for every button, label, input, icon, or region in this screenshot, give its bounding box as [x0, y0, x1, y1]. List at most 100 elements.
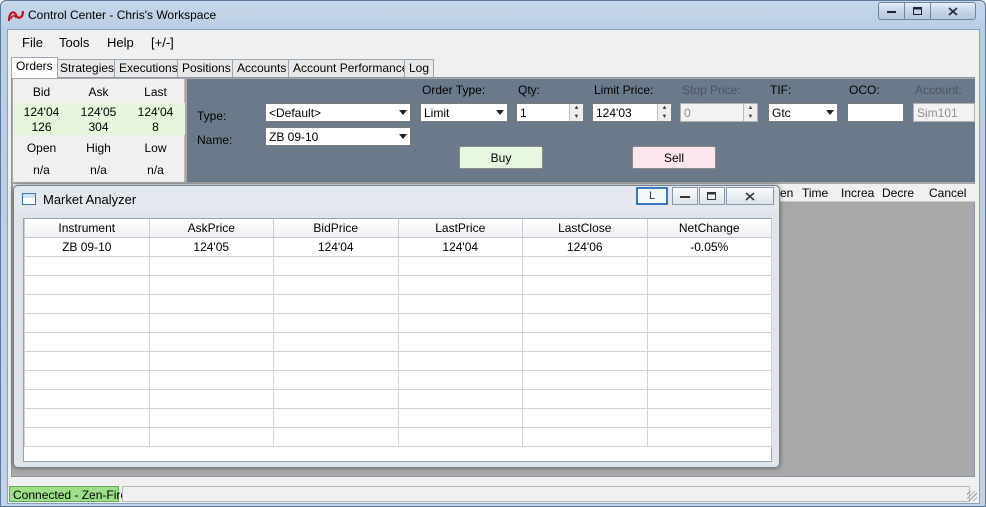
- account-field[interactable]: Sim101: [913, 103, 975, 122]
- empty-cell[interactable]: [646, 293, 772, 314]
- tab-accounts[interactable]: Accounts: [232, 59, 292, 77]
- empty-cell[interactable]: [148, 312, 274, 333]
- spin-up-icon[interactable]: ▲: [570, 104, 583, 113]
- empty-table-row[interactable]: [24, 293, 772, 314]
- tab-log[interactable]: Log: [404, 59, 435, 77]
- empty-cell[interactable]: [148, 255, 274, 276]
- empty-cell[interactable]: [522, 274, 648, 295]
- stop-price-spin-buttons[interactable]: ▲ ▼: [743, 104, 757, 121]
- market-analyzer-maximize-button[interactable]: [699, 187, 725, 205]
- limit-price-spin-buttons[interactable]: ▲ ▼: [657, 104, 671, 121]
- minimize-button[interactable]: [878, 2, 905, 20]
- sell-button[interactable]: Sell: [632, 146, 716, 169]
- menu-file[interactable]: File: [22, 35, 43, 50]
- menu-help[interactable]: Help: [107, 35, 134, 50]
- empty-cell[interactable]: [646, 426, 772, 447]
- limit-price-stepper[interactable]: 124'03 ▲ ▼: [592, 103, 672, 122]
- empty-cell[interactable]: [24, 350, 150, 371]
- col-net-change[interactable]: NetChange: [646, 219, 772, 238]
- order-type-dropdown[interactable]: Limit: [420, 103, 508, 122]
- empty-cell[interactable]: [646, 350, 772, 371]
- close-button[interactable]: [930, 2, 976, 20]
- empty-cell[interactable]: [646, 331, 772, 352]
- col-bid-price[interactable]: BidPrice: [273, 219, 399, 238]
- empty-cell[interactable]: [522, 388, 648, 409]
- empty-cell[interactable]: [24, 369, 150, 390]
- cell-last-price[interactable]: 124'04: [397, 236, 523, 257]
- empty-cell[interactable]: [24, 312, 150, 333]
- title-bar[interactable]: Control Center - Chris's Workspace: [1, 1, 985, 29]
- maximize-button[interactable]: [904, 2, 931, 20]
- cell-last-close[interactable]: 124'06: [522, 236, 648, 257]
- col-ask-price[interactable]: AskPrice: [148, 219, 274, 238]
- empty-cell[interactable]: [522, 331, 648, 352]
- empty-cell[interactable]: [273, 407, 399, 428]
- empty-cell[interactable]: [148, 369, 274, 390]
- market-analyzer-title-bar[interactable]: Market Analyzer L: [14, 186, 779, 212]
- empty-table-row[interactable]: [24, 312, 772, 333]
- spin-up-icon[interactable]: ▲: [744, 104, 757, 113]
- empty-cell[interactable]: [273, 388, 399, 409]
- empty-cell[interactable]: [24, 274, 150, 295]
- empty-cell[interactable]: [24, 407, 150, 428]
- link-button[interactable]: L: [636, 187, 668, 205]
- empty-cell[interactable]: [148, 388, 274, 409]
- empty-cell[interactable]: [24, 388, 150, 409]
- tif-dropdown[interactable]: Gtc: [768, 103, 838, 122]
- empty-cell[interactable]: [522, 255, 648, 276]
- market-analyzer-close-button[interactable]: [726, 187, 774, 205]
- empty-cell[interactable]: [148, 350, 274, 371]
- empty-cell[interactable]: [273, 293, 399, 314]
- empty-cell[interactable]: [397, 426, 523, 447]
- empty-cell[interactable]: [646, 312, 772, 333]
- empty-cell[interactable]: [24, 293, 150, 314]
- empty-cell[interactable]: [148, 426, 274, 447]
- spin-down-icon[interactable]: ▼: [570, 113, 583, 122]
- empty-cell[interactable]: [273, 255, 399, 276]
- empty-cell[interactable]: [397, 274, 523, 295]
- tab-account-performance[interactable]: Account Performance: [288, 59, 414, 77]
- empty-cell[interactable]: [522, 350, 648, 371]
- empty-cell[interactable]: [273, 331, 399, 352]
- empty-cell[interactable]: [646, 369, 772, 390]
- empty-cell[interactable]: [148, 274, 274, 295]
- empty-cell[interactable]: [522, 407, 648, 428]
- empty-table-row[interactable]: [24, 369, 772, 390]
- empty-table-row[interactable]: [24, 426, 772, 447]
- orders-col-cancel[interactable]: Cancel: [929, 186, 966, 200]
- empty-cell[interactable]: [24, 331, 150, 352]
- resize-grip-icon[interactable]: [967, 491, 977, 501]
- empty-cell[interactable]: [273, 312, 399, 333]
- stop-price-stepper[interactable]: 0 ▲ ▼: [680, 103, 758, 122]
- col-last-price[interactable]: LastPrice: [397, 219, 523, 238]
- oco-input[interactable]: [847, 103, 904, 122]
- orders-col-increase[interactable]: Increa: [841, 186, 874, 200]
- empty-cell[interactable]: [397, 312, 523, 333]
- qty-spin-buttons[interactable]: ▲ ▼: [569, 104, 583, 121]
- empty-table-row[interactable]: [24, 350, 772, 371]
- empty-cell[interactable]: [148, 331, 274, 352]
- tab-executions[interactable]: Executions: [114, 59, 183, 77]
- empty-table-row[interactable]: [24, 407, 772, 428]
- empty-cell[interactable]: [24, 426, 150, 447]
- tab-strategies[interactable]: Strategies: [55, 59, 120, 77]
- empty-cell[interactable]: [522, 312, 648, 333]
- buy-button[interactable]: Buy: [459, 146, 543, 169]
- col-last-close[interactable]: LastClose: [522, 219, 648, 238]
- empty-table-row[interactable]: [24, 388, 772, 409]
- empty-cell[interactable]: [397, 369, 523, 390]
- orders-col-decrease[interactable]: Decre: [882, 186, 914, 200]
- empty-cell[interactable]: [522, 369, 648, 390]
- empty-cell[interactable]: [397, 331, 523, 352]
- spin-down-icon[interactable]: ▼: [744, 113, 757, 122]
- spin-down-icon[interactable]: ▼: [658, 113, 671, 122]
- orders-col-partial[interactable]: en: [780, 186, 793, 200]
- empty-table-row[interactable]: [24, 255, 772, 276]
- empty-cell[interactable]: [24, 255, 150, 276]
- empty-cell[interactable]: [273, 350, 399, 371]
- empty-cell[interactable]: [397, 255, 523, 276]
- empty-cell[interactable]: [273, 369, 399, 390]
- empty-cell[interactable]: [522, 426, 648, 447]
- empty-cell[interactable]: [522, 293, 648, 314]
- menu-tools[interactable]: Tools: [59, 35, 89, 50]
